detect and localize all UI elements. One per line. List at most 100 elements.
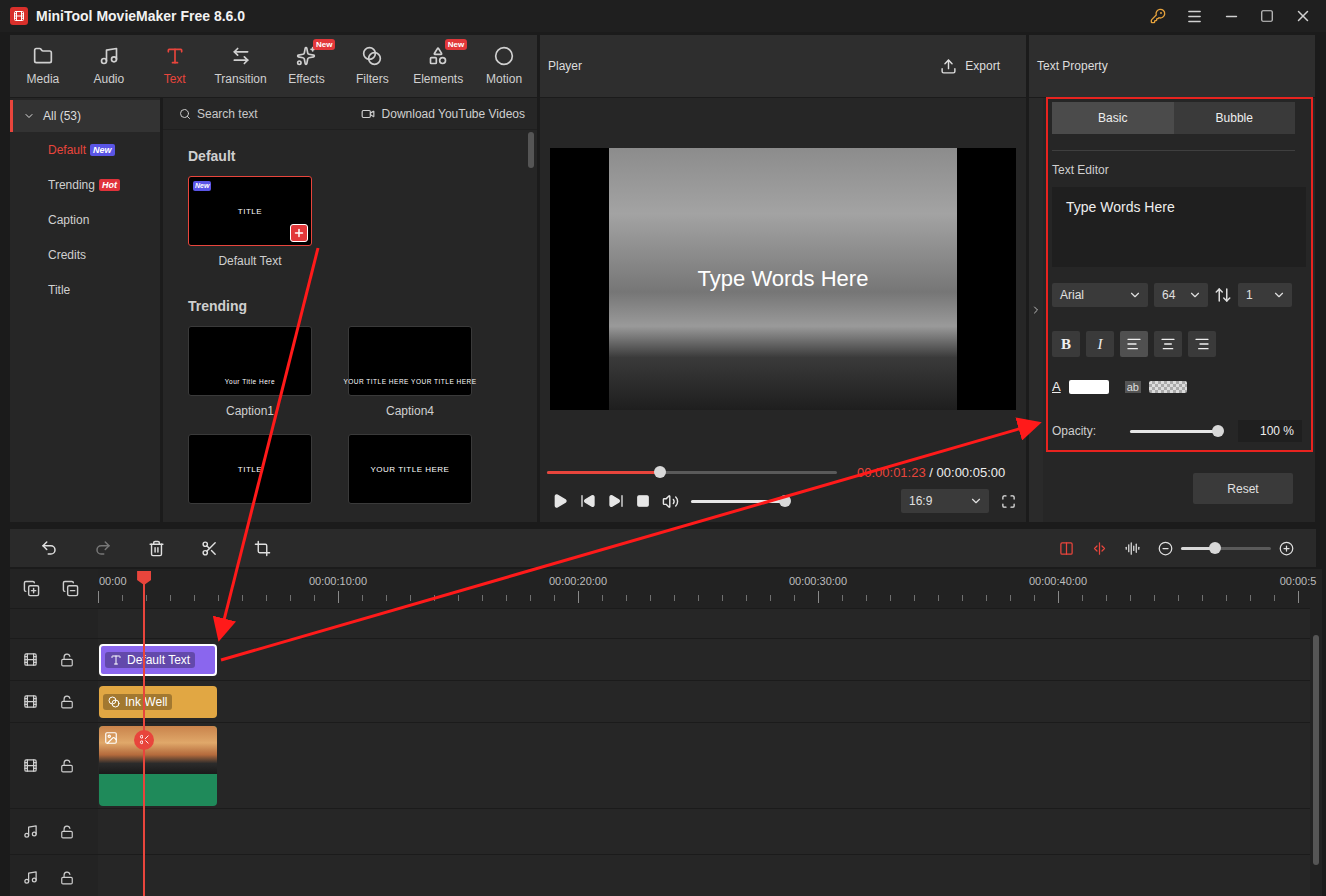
tool-tab[interactable]: Audio <box>76 35 142 97</box>
tool-tab[interactable]: Transition <box>208 35 274 97</box>
playhead[interactable] <box>143 571 145 896</box>
zoom-slider[interactable] <box>1181 547 1271 550</box>
category-item[interactable]: Title <box>10 272 160 307</box>
tool-tab[interactable]: ElementsNew <box>405 35 471 97</box>
player-panel: PlayerExportType Words Here00:00:01:23 /… <box>540 35 1026 522</box>
export-button[interactable]: Export <box>940 58 1000 75</box>
stop-icon[interactable] <box>636 494 650 508</box>
close-icon[interactable] <box>1294 7 1312 25</box>
download-link[interactable]: Download YouTube Videos <box>361 107 525 121</box>
ruler-label: 00:00 <box>99 575 127 587</box>
zoom-in-icon[interactable] <box>1279 541 1294 556</box>
tool-tab[interactable]: Media <box>10 35 76 97</box>
snap-icon[interactable] <box>1092 541 1107 556</box>
new-badge: New <box>445 39 467 50</box>
opacity-field[interactable]: 100 % <box>1238 420 1302 442</box>
previous-frame-icon[interactable] <box>580 493 596 509</box>
opacity-slider-knob[interactable] <box>1212 425 1224 437</box>
align-right-button[interactable] <box>1188 331 1216 357</box>
time-ruler[interactable]: 00:0000:00:10:0000:00:20:0000:00:30:0000… <box>98 569 1310 608</box>
zoom-slider-knob[interactable] <box>1209 542 1221 554</box>
major-tick <box>1058 591 1059 603</box>
add-track-icon[interactable] <box>23 580 40 597</box>
collapse-handle[interactable] <box>1029 98 1043 522</box>
scroll-thumb[interactable] <box>528 132 534 168</box>
audio-icon[interactable] <box>1125 541 1140 556</box>
lock-icon[interactable] <box>60 871 74 885</box>
app-window: MiniTool MovieMaker Free 8.6.0MediaAudio… <box>0 0 1326 896</box>
lock-icon[interactable] <box>60 695 74 709</box>
category-item[interactable]: Credits <box>10 237 160 272</box>
timeline-scrollbar[interactable] <box>1310 569 1322 896</box>
background-color-swatch[interactable] <box>1149 381 1187 393</box>
volume-icon[interactable] <box>662 493 679 510</box>
volume-slider-knob[interactable] <box>779 495 791 507</box>
preview-text[interactable]: Type Words Here <box>698 266 869 292</box>
split-marker[interactable] <box>134 730 154 750</box>
volume-slider[interactable] <box>691 500 785 503</box>
text-track: Default Text <box>10 639 1310 681</box>
property-tab[interactable]: Basic <box>1052 102 1174 134</box>
lock-icon[interactable] <box>60 653 74 667</box>
aspect-ratio-select[interactable]: 16:9 <box>901 489 989 513</box>
split-icon[interactable] <box>201 540 218 557</box>
size-select[interactable]: 64 <box>1154 283 1208 307</box>
bold-button[interactable]: B <box>1052 331 1080 357</box>
fit-icon[interactable] <box>1059 541 1074 556</box>
tool-tab[interactable]: Text <box>142 35 208 97</box>
add-button[interactable] <box>290 224 308 242</box>
tool-tab[interactable]: Filters <box>339 35 405 97</box>
text-color-swatch[interactable] <box>1069 380 1109 394</box>
remove-track-icon[interactable] <box>62 580 79 597</box>
play-icon[interactable] <box>552 493 568 509</box>
category-item[interactable]: TrendingHot <box>10 167 160 202</box>
major-tick <box>578 591 579 603</box>
search-field[interactable]: Search text <box>197 107 258 121</box>
undo-icon[interactable] <box>40 539 58 557</box>
align-center-button[interactable] <box>1154 331 1182 357</box>
opacity-slider[interactable] <box>1130 430 1218 433</box>
text-clip[interactable]: Default Text <box>99 644 217 676</box>
lock-icon[interactable] <box>60 759 74 773</box>
category-group[interactable]: All (53) <box>10 100 160 132</box>
italic-button[interactable]: I <box>1086 331 1114 357</box>
category-item[interactable]: DefaultNew <box>10 132 160 167</box>
category-item[interactable]: Caption <box>10 202 160 237</box>
delete-icon[interactable] <box>148 540 165 557</box>
template-card[interactable]: TITLENew <box>188 176 312 246</box>
line-spacing-select[interactable]: 1 <box>1238 283 1292 307</box>
video-clip[interactable] <box>99 726 217 806</box>
preview-frame: Type Words Here <box>609 148 957 410</box>
next-frame-icon[interactable] <box>608 493 624 509</box>
menu-icon[interactable] <box>1186 8 1203 25</box>
library-scrollbar[interactable] <box>525 130 537 522</box>
zoom-out-icon[interactable] <box>1158 541 1173 556</box>
crop-icon[interactable] <box>254 540 271 557</box>
playhead-handle[interactable] <box>137 571 151 585</box>
font-select[interactable]: Arial <box>1052 283 1148 307</box>
key-icon[interactable] <box>1150 8 1166 24</box>
template-card[interactable]: Your Title Here <box>188 326 312 396</box>
progress-bar[interactable] <box>547 471 837 474</box>
redo-icon[interactable] <box>94 539 112 557</box>
tool-tab[interactable]: Motion <box>471 35 537 97</box>
minimize-icon[interactable] <box>1223 8 1240 25</box>
progress-bar-knob[interactable] <box>654 466 666 478</box>
reset-button[interactable]: Reset <box>1193 473 1293 504</box>
property-header: Text Property <box>1029 35 1315 98</box>
template-card[interactable]: TITLE <box>188 434 312 504</box>
align-left-button[interactable] <box>1120 331 1148 357</box>
text-editor[interactable]: Type Words Here <box>1052 187 1306 267</box>
scroll-thumb[interactable] <box>1313 635 1319 865</box>
ruler-label: 00:00:40:00 <box>1029 575 1087 587</box>
lock-icon[interactable] <box>60 825 74 839</box>
property-tab[interactable]: Bubble <box>1174 102 1296 134</box>
fullscreen-icon[interactable] <box>1001 494 1016 509</box>
tool-tab[interactable]: EffectsNew <box>274 35 340 97</box>
template-label: Caption1 <box>226 404 274 418</box>
filter-clip[interactable]: Ink Well <box>99 686 217 718</box>
template-card[interactable]: YOUR TITLE HERE YOUR TITLE HERE <box>348 326 472 396</box>
timeline: 00:0000:00:10:0000:00:20:0000:00:30:0000… <box>10 569 1322 896</box>
template-card[interactable]: YOUR TITLE HERE <box>348 434 472 504</box>
maximize-icon[interactable] <box>1260 9 1274 23</box>
